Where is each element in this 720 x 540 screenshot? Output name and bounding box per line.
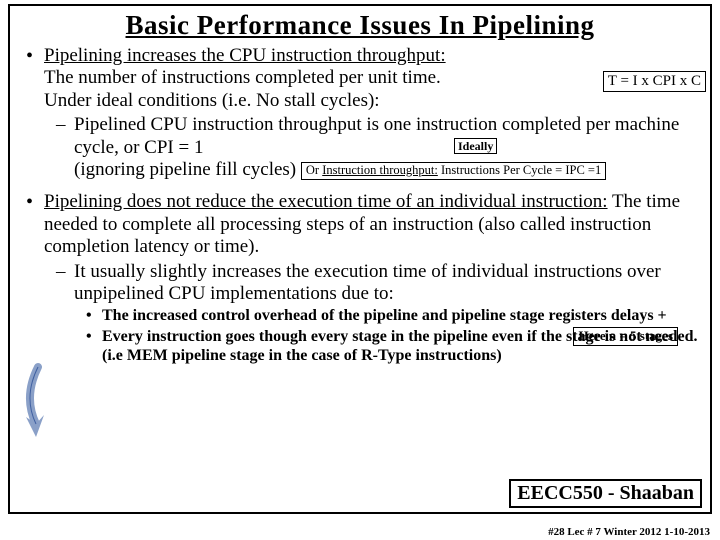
formula-box: T = I x CPI x C — [603, 71, 706, 92]
b1-line2: Under ideal conditions (i.e. No stall cy… — [44, 90, 380, 111]
ipc-box: Or Instruction throughput: Instructions … — [301, 162, 606, 180]
ipc-or: Or — [306, 163, 322, 177]
b2-sub1-text: It usually slightly increases the execut… — [74, 261, 661, 304]
slide-title: Basic Performance Issues In Pipelining — [18, 10, 702, 41]
ideally-box: Ideally — [454, 138, 497, 154]
b1-line1: The number of instructions completed per… — [44, 67, 441, 88]
slide-content: Pipelining increases the CPU instruction… — [18, 45, 702, 366]
ipc-u: Instruction throughput: — [322, 163, 438, 177]
footer-text: #28 Lec # 7 Winter 2012 1-10-2013 — [548, 526, 710, 538]
slide-frame: Basic Performance Issues In Pipelining P… — [8, 4, 712, 514]
b1-sub1a: Pipelined CPU instruction throughput is … — [74, 114, 679, 157]
bullet-1: Pipelining increases the CPU instruction… — [18, 45, 702, 181]
curved-arrow-icon — [18, 362, 58, 442]
ipc-rest: Instructions Per Cycle = IPC =1 — [438, 163, 601, 177]
b2-bb1: The increased control overhead of the pi… — [74, 307, 702, 326]
b2-bb2: Every instruction goes though every stag… — [74, 328, 702, 366]
b2-lead: Pipelining does not reduce the execution… — [44, 191, 608, 212]
b2-bb1-text: The increased control overhead of the pi… — [102, 307, 667, 324]
slide: Basic Performance Issues In Pipelining P… — [0, 0, 720, 540]
b1-lead: Pipelining increases the CPU instruction… — [44, 45, 446, 66]
b1-sub1b: (ignoring pipeline fill cycles) — [74, 159, 296, 180]
bullet-2: Pipelining does not reduce the execution… — [18, 191, 702, 366]
b2-sub1: It usually slightly increases the execut… — [44, 261, 702, 366]
course-box: EECC550 - Shaaban — [509, 479, 702, 508]
b1-sub1: Pipelined CPU instruction throughput is … — [44, 114, 702, 181]
